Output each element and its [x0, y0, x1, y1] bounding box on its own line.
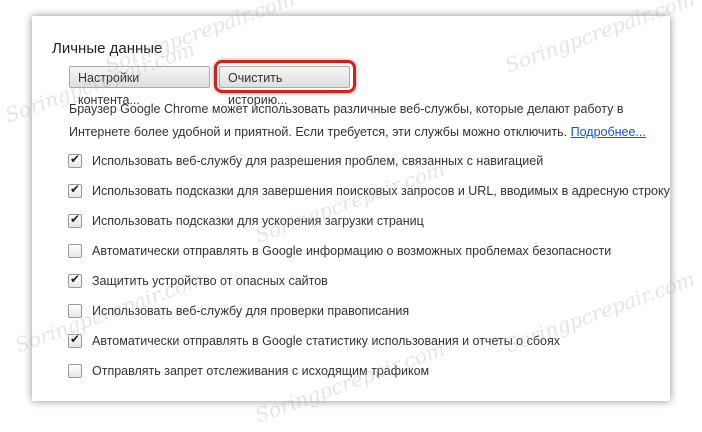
option-label: Автоматически отправлять в Google информ…	[92, 244, 612, 258]
description-text: Браузер Google Chrome может использовать…	[69, 102, 624, 139]
option-row[interactable]: Использовать веб-службу для проверки пра…	[68, 304, 409, 318]
checkbox[interactable]	[68, 272, 82, 288]
option-row[interactable]: Отправлять запрет отслеживания с исходящ…	[68, 364, 429, 378]
option-label: Отправлять запрет отслеживания с исходящ…	[92, 364, 430, 378]
option-row[interactable]: Автоматически отправлять в Google статис…	[68, 332, 560, 348]
option-row[interactable]: Автоматически отправлять в Google информ…	[68, 244, 611, 258]
option-row[interactable]: Использовать подсказки для завершения по…	[68, 182, 670, 198]
content-settings-button[interactable]: Настройки контента...	[69, 66, 210, 107]
option-row[interactable]: Защитить устройство от опасных сайтов	[68, 272, 328, 288]
checkbox[interactable]	[68, 212, 82, 228]
checkbox[interactable]	[68, 364, 82, 378]
checkbox[interactable]	[68, 304, 82, 318]
privacy-panel: Личные данные Настройки контента... Очис…	[32, 16, 670, 401]
checkbox[interactable]	[68, 182, 82, 198]
checkbox[interactable]	[68, 332, 82, 348]
section-title: Личные данные	[52, 40, 163, 57]
description: Браузер Google Chrome может использовать…	[69, 98, 649, 144]
learn-more-link[interactable]: Подробнее...	[571, 125, 646, 139]
option-label: Защитить устройство от опасных сайтов	[92, 274, 328, 288]
clear-history-button[interactable]: Очистить историю...	[219, 66, 350, 107]
option-label: Использовать подсказки для ускорения заг…	[92, 214, 424, 228]
option-label: Использовать веб-службу для разрешения п…	[92, 154, 544, 168]
option-row[interactable]: Использовать веб-службу для разрешения п…	[68, 152, 544, 168]
option-label: Автоматически отправлять в Google статис…	[92, 334, 560, 348]
option-label: Использовать подсказки для завершения по…	[92, 184, 670, 198]
option-row[interactable]: Использовать подсказки для ускорения заг…	[68, 212, 424, 228]
checkbox[interactable]	[68, 152, 82, 168]
option-label: Использовать веб-службу для проверки пра…	[92, 304, 410, 318]
checkbox[interactable]	[68, 244, 82, 258]
